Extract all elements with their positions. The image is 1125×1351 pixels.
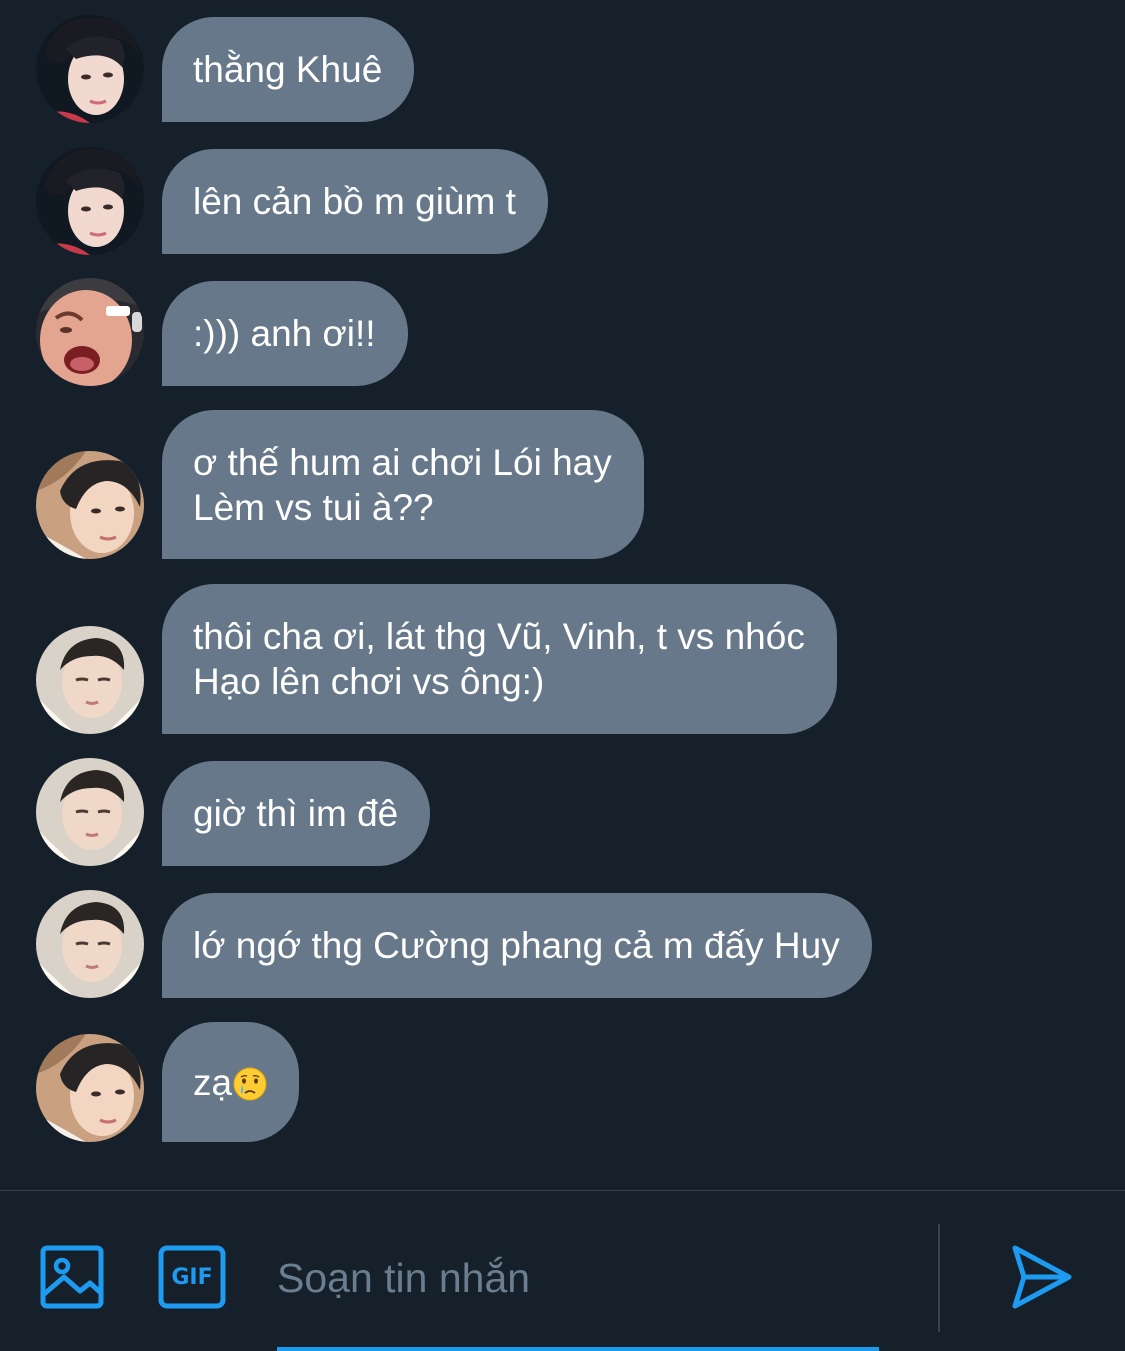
message-bubble[interactable]: thằng Khuê [162,17,415,122]
crying-face-icon [233,1067,267,1100]
avatar[interactable] [36,890,144,998]
message-text-part: zạ [193,1061,233,1103]
avatar[interactable] [36,451,144,559]
composer-divider [938,1224,940,1332]
message-text: :))) anh ơi!! [193,313,376,354]
message-bubble[interactable]: thôi cha ơi, lát thg Vũ, Vinh, t vs nhóc… [162,584,837,734]
avatar[interactable] [36,626,144,734]
message-bubble[interactable]: giờ thì im đê [162,761,431,866]
send-button[interactable] [1008,1244,1074,1310]
message-input[interactable]: Soạn tin nhắn [277,1255,530,1301]
message-bubble[interactable]: lớ ngớ thg Cường phang cả m đấy Huy [162,893,872,998]
avatar[interactable] [36,147,144,255]
message-text: lớ ngớ thg Cường phang cả m đấy Huy [193,925,840,966]
message-bubble[interactable]: ơ thế hum ai chơi Lói hay Lèm vs tui à?? [162,410,644,559]
message-bubble[interactable]: zạ [162,1022,300,1142]
input-focus-underline [277,1347,879,1351]
image-button[interactable] [40,1245,104,1309]
message-text: thôi cha ơi, lát thg Vũ, Vinh, t vs nhóc [193,616,805,657]
message-text: giờ thì im đê [193,793,399,834]
message-text: zạ [193,1060,267,1105]
message-text: ơ thế hum ai chơi Lói hay [193,441,612,483]
gif-label: GIF [171,1264,213,1290]
message-text: thằng Khuê [193,49,383,90]
avatar[interactable] [36,758,144,866]
gif-button[interactable]: GIF [158,1245,226,1309]
message-bubble[interactable]: :))) anh ơi!! [162,281,408,386]
message-text: lên cản bồ m giùm t [193,181,516,222]
avatar[interactable] [36,1034,144,1142]
image-icon [40,1245,104,1309]
message-input-placeholder: Soạn tin nhắn [277,1255,531,1301]
send-icon [1012,1245,1072,1309]
avatar[interactable] [36,15,144,123]
message-text: Lèm vs tui à?? [193,486,434,528]
message-text: Hạo lên chơi vs ông:) [193,661,545,702]
message-bubble[interactable]: lên cản bồ m giùm t [162,149,548,254]
avatar[interactable] [36,278,144,386]
